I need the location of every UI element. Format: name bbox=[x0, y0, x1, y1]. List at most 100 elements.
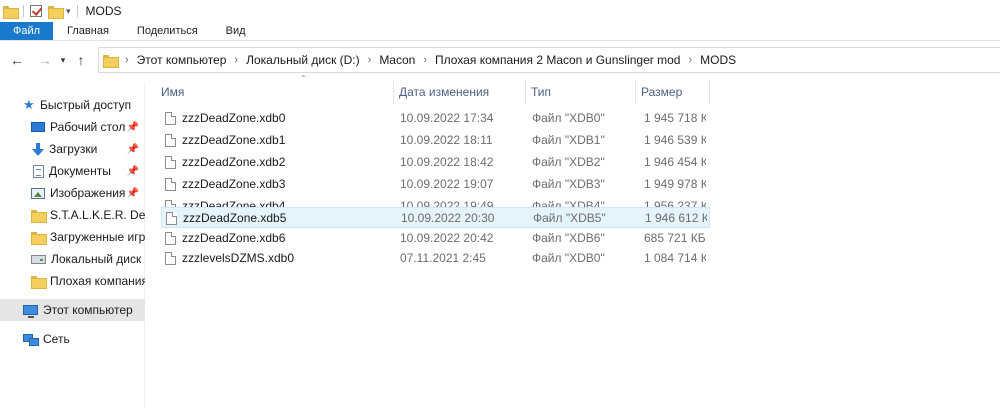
chevron-right-icon[interactable]: › bbox=[423, 54, 427, 66]
back-arrow-icon[interactable]: ← bbox=[6, 52, 28, 68]
quick-access-toolbar: ▾ bbox=[3, 5, 84, 19]
pin-icon[interactable]: 📌 bbox=[127, 122, 139, 133]
sidebar-item-label: Локальный диск (D bbox=[51, 252, 145, 266]
file-size: 1 949 978 КБ bbox=[644, 177, 706, 191]
star-icon: ★ bbox=[23, 97, 35, 112]
folder-icon bbox=[31, 275, 47, 289]
tab-home[interactable]: Главная bbox=[53, 22, 123, 40]
file-name-cell: zzzDeadZone.xdb3 bbox=[165, 174, 393, 195]
file-icon bbox=[165, 156, 176, 169]
column-header-date[interactable]: Дата изменения bbox=[394, 80, 526, 104]
forward-arrow-icon[interactable]: → bbox=[34, 52, 56, 68]
new-folder-icon[interactable] bbox=[48, 5, 64, 19]
table-row-highlighted[interactable]: zzzDeadZone.xdb5 10.09.2022 20:30 Файл "… bbox=[161, 207, 710, 228]
sidebar-item-label: Сеть bbox=[43, 332, 70, 346]
file-type: Файл "XDB6" bbox=[532, 231, 605, 245]
sidebar-item-local-disk[interactable]: Локальный диск (D bbox=[0, 248, 145, 270]
sidebar-item-documents[interactable]: Документы 📌 bbox=[0, 160, 145, 182]
file-type: Файл "XDB5" bbox=[533, 211, 606, 225]
folder-icon bbox=[3, 5, 19, 19]
file-name: zzzlevelsDZMS.xdb0 bbox=[182, 251, 295, 265]
chevron-right-icon[interactable]: › bbox=[368, 54, 372, 66]
sidebar-item-stalker[interactable]: S.T.A.L.K.E.R. Dead C bbox=[0, 204, 145, 226]
file-icon bbox=[165, 232, 176, 245]
file-size: 1 946 539 КБ bbox=[644, 133, 706, 147]
sidebar-item-label: Этот компьютер bbox=[43, 303, 133, 317]
sidebar-item-downloads[interactable]: Загрузки 📌 bbox=[0, 138, 145, 160]
folder-icon bbox=[31, 231, 47, 245]
pin-icon[interactable]: 📌 bbox=[127, 144, 139, 155]
column-header-name[interactable]: Имя bbox=[156, 80, 394, 104]
table-row[interactable]: zzzDeadZone.xdb6 10.09.2022 20:42 Файл "… bbox=[161, 228, 710, 249]
breadcrumb-macon[interactable]: Macon bbox=[379, 53, 415, 67]
breadcrumb-bad-company[interactable]: Плохая компания 2 Macon и Gunslinger mod bbox=[435, 53, 680, 67]
recent-locations-chevron-icon[interactable]: ▾ bbox=[56, 55, 70, 66]
file-date: 10.09.2022 17:34 bbox=[400, 111, 494, 125]
file-icon bbox=[165, 178, 176, 191]
file-icon bbox=[165, 112, 176, 125]
file-size: 1 946 454 КБ bbox=[644, 155, 706, 169]
tab-file[interactable]: Файл bbox=[0, 22, 54, 40]
separator bbox=[76, 5, 78, 17]
navigation-pane: ★ Быстрый доступ Рабочий стол 📌 Загрузки… bbox=[0, 82, 145, 408]
pin-icon[interactable]: 📌 bbox=[127, 188, 139, 199]
file-name-cell: zzzDeadZone.xdb5 bbox=[166, 208, 394, 229]
sidebar-item-label: Быстрый доступ bbox=[40, 98, 132, 112]
sidebar-item-network[interactable]: Сеть bbox=[0, 328, 145, 350]
table-row[interactable]: zzzDeadZone.xdb2 10.09.2022 18:42 Файл "… bbox=[161, 152, 710, 173]
file-date: 10.09.2022 20:42 bbox=[400, 231, 494, 245]
file-name-cell: zzzDeadZone.xdb6 bbox=[165, 228, 393, 249]
file-name: zzzDeadZone.xdb1 bbox=[182, 133, 286, 147]
sidebar-item-label: Рабочий стол bbox=[50, 120, 126, 134]
file-type: Файл "XDB1" bbox=[532, 133, 605, 147]
breadcrumb-mods[interactable]: MODS bbox=[700, 53, 736, 67]
folder-icon bbox=[103, 54, 119, 68]
sidebar-item-bad-company[interactable]: Плохая компания bbox=[0, 270, 145, 292]
title-bar: ▾ MODS bbox=[0, 0, 1000, 22]
chevron-right-icon[interactable]: › bbox=[234, 54, 238, 66]
file-name-cell: zzzDeadZone.xdb2 bbox=[165, 152, 393, 173]
file-date: 07.11.2021 2:45 bbox=[400, 251, 486, 265]
table-row[interactable]: zzzlevelsDZMS.xdb0 07.11.2021 2:45 Файл … bbox=[161, 248, 710, 269]
sidebar-item-label: S.T.A.L.K.E.R. Dead C bbox=[50, 208, 145, 222]
file-size: 685 721 КБ bbox=[644, 231, 706, 245]
file-date: 10.09.2022 19:07 bbox=[400, 177, 494, 191]
pin-icon[interactable]: 📌 bbox=[127, 166, 139, 177]
computer-icon bbox=[23, 305, 38, 318]
table-row[interactable]: zzzDeadZone.xdb0 10.09.2022 17:34 Файл "… bbox=[161, 108, 710, 129]
table-row[interactable]: zzzDeadZone.xdb1 10.09.2022 18:11 Файл "… bbox=[161, 130, 710, 151]
customize-toolbar-chevron-icon[interactable]: ▾ bbox=[66, 6, 71, 17]
file-icon bbox=[165, 134, 176, 147]
file-size: 1 084 714 КБ bbox=[644, 251, 706, 265]
documents-icon bbox=[33, 164, 44, 178]
sidebar-item-desktop[interactable]: Рабочий стол 📌 bbox=[0, 116, 145, 138]
breadcrumb-local-disk[interactable]: Локальный диск (D:) bbox=[246, 53, 360, 67]
file-name: zzzDeadZone.xdb0 bbox=[182, 111, 286, 125]
file-name: zzzDeadZone.xdb2 bbox=[182, 155, 286, 169]
file-icon bbox=[165, 252, 176, 265]
drive-icon bbox=[31, 254, 46, 264]
column-header-size[interactable]: Размер bbox=[636, 80, 710, 104]
chevron-right-icon[interactable]: › bbox=[688, 54, 692, 66]
navigation-bar: ← → ▾ ↑ › Этот компьютер › Локальный дис… bbox=[0, 47, 1000, 73]
properties-icon[interactable] bbox=[30, 5, 42, 17]
chevron-right-icon[interactable]: › bbox=[125, 54, 129, 66]
sidebar-item-label: Изображения bbox=[50, 186, 126, 200]
tab-view[interactable]: Вид bbox=[212, 22, 260, 40]
file-type: Файл "XDB0" bbox=[532, 111, 605, 125]
up-arrow-icon[interactable]: ↑ bbox=[70, 52, 92, 68]
sidebar-item-label: Документы bbox=[49, 164, 111, 178]
address-bar[interactable]: › Этот компьютер › Локальный диск (D:) ›… bbox=[98, 47, 1000, 73]
sidebar-item-downloaded-games[interactable]: Загруженные игры bbox=[0, 226, 145, 248]
file-date: 10.09.2022 20:30 bbox=[401, 211, 495, 225]
pictures-icon bbox=[31, 187, 45, 199]
sidebar-item-this-pc[interactable]: Этот компьютер bbox=[0, 299, 145, 321]
sidebar-item-quick-access[interactable]: ★ Быстрый доступ bbox=[0, 94, 145, 116]
sidebar-item-pictures[interactable]: Изображения 📌 bbox=[0, 182, 145, 204]
table-row[interactable]: zzzDeadZone.xdb3 10.09.2022 19:07 Файл "… bbox=[161, 174, 710, 195]
file-date: 10.09.2022 18:11 bbox=[400, 133, 493, 147]
column-header-type[interactable]: Тип bbox=[526, 80, 636, 104]
breadcrumb-this-pc[interactable]: Этот компьютер bbox=[137, 53, 227, 67]
file-name-cell: zzzDeadZone.xdb1 bbox=[165, 130, 393, 151]
tab-share[interactable]: Поделиться bbox=[123, 22, 212, 40]
